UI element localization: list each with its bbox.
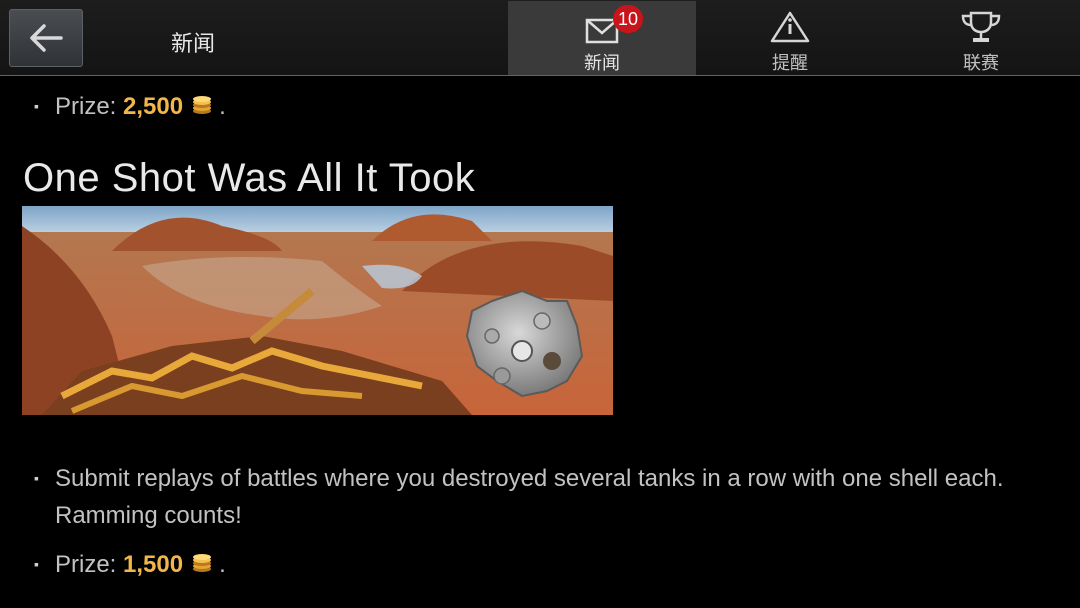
bullet-icon: ▪ bbox=[34, 470, 39, 486]
prize-text-bottom: Prize: 1,500 . bbox=[55, 546, 1045, 584]
gold-coins-icon bbox=[191, 547, 213, 584]
prize-label: Prize: bbox=[55, 551, 124, 578]
banner-illustration bbox=[22, 206, 613, 415]
tab-news-icon-wrap: 10 bbox=[585, 5, 643, 45]
section-title: One Shot Was All It Took bbox=[23, 156, 476, 200]
tab-news-label: 新闻 bbox=[584, 53, 620, 74]
arrow-left-icon bbox=[30, 24, 63, 52]
prize-value: 1,500 bbox=[123, 551, 184, 578]
trophy-icon bbox=[961, 11, 1001, 42]
warning-triangle-icon bbox=[770, 11, 810, 43]
tab-alerts-icon-wrap bbox=[769, 9, 811, 45]
tab-league-icon-wrap bbox=[959, 9, 1003, 45]
gold-coins-icon bbox=[191, 89, 213, 126]
news-banner-image bbox=[22, 206, 613, 415]
tab-league-label: 联赛 bbox=[963, 53, 999, 74]
back-button[interactable] bbox=[9, 9, 83, 67]
bullet-icon: ▪ bbox=[34, 98, 39, 114]
tab-league[interactable]: 联赛 bbox=[887, 1, 1075, 75]
prize-value: 2,500 bbox=[123, 93, 184, 120]
top-bar: 新闻 10 新闻 提醒 联赛 bbox=[0, 0, 1080, 76]
tab-alerts-label: 提醒 bbox=[772, 53, 808, 74]
page-title: 新闻 bbox=[171, 32, 216, 57]
prize-label: Prize: bbox=[55, 93, 124, 120]
news-content: ▪ Prize: 2,500 . One Shot Was All It Too… bbox=[0, 76, 1080, 608]
prize-text-top: Prize: 2,500 . bbox=[55, 88, 1045, 126]
prize-suffix: . bbox=[219, 93, 226, 120]
bullet-icon: ▪ bbox=[34, 556, 39, 572]
tab-alerts[interactable]: 提醒 bbox=[696, 1, 884, 75]
prize-suffix: . bbox=[219, 551, 226, 578]
description-text: Submit replays of battles where you dest… bbox=[55, 465, 1004, 529]
notification-badge: 10 bbox=[613, 5, 643, 33]
tab-news[interactable]: 10 新闻 bbox=[508, 1, 696, 75]
